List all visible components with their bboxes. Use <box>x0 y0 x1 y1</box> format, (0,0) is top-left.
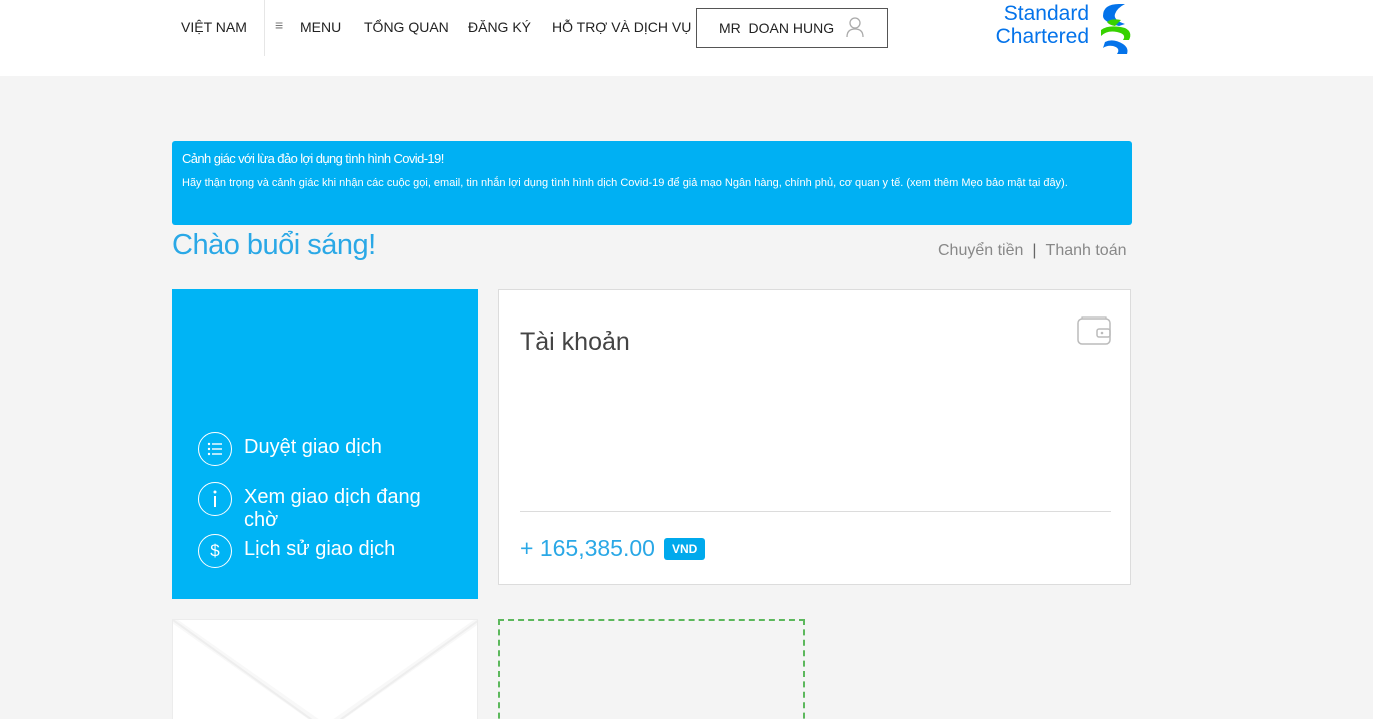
logo-mark-icon <box>1101 4 1131 54</box>
user-icon <box>846 17 864 38</box>
top-navigation-bar: VIỆT NAM ≡ MENU TỔNG QUAN ĐĂNG KÝ HỖ TRỢ… <box>0 0 1373 76</box>
pending-transactions-label: Xem giao dịch đang chờ <box>244 486 421 531</box>
wallet-icon <box>1077 316 1111 345</box>
envelope-icon <box>173 620 477 719</box>
approve-transactions-label: Duyệt giao dịch <box>244 436 382 458</box>
user-name: MR DOAN HUNG <box>719 20 835 36</box>
list-icon <box>198 432 232 466</box>
messages-card[interactable] <box>172 619 478 719</box>
payment-link[interactable]: Thanh toán <box>1046 242 1127 259</box>
account-card-title: Tài khoản <box>520 328 630 356</box>
pending-transactions-link[interactable]: Xem giao dịch đang chờ <box>198 482 454 532</box>
nav-support-services[interactable]: HỖ TRỢ VÀ DỊCH VỤ <box>552 19 691 35</box>
transaction-shortcuts-panel: Duyệt giao dịch Xem giao dịch đang chờ $… <box>172 289 478 599</box>
info-icon <box>198 482 232 516</box>
covid-fraud-alert-banner: Cảnh giác với lừa đảo lợi dụng tình hình… <box>172 141 1132 225</box>
alert-body[interactable]: Hãy thận trọng và cảnh giác khi nhận các… <box>182 175 1122 191</box>
nav-divider <box>264 0 265 56</box>
approve-transactions-link[interactable]: Duyệt giao dịch <box>198 432 454 466</box>
transaction-history-link[interactable]: $ Lịch sử giao dịch <box>198 534 454 568</box>
nav-overview[interactable]: TỔNG QUAN <box>364 19 449 35</box>
logo-wordmark: Standard Chartered <box>995 2 1089 48</box>
country-selector[interactable]: VIỆT NAM <box>181 19 247 35</box>
alert-title: Cảnh giác với lừa đảo lợi dụng tình hình… <box>182 151 444 166</box>
dollar-icon: $ <box>198 534 232 568</box>
transaction-history-label: Lịch sử giao dịch <box>244 538 396 560</box>
standard-chartered-logo[interactable]: Standard Chartered <box>985 2 1135 58</box>
hamburger-menu-icon[interactable]: ≡ <box>275 17 283 33</box>
nav-register[interactable]: ĐĂNG KÝ <box>468 19 531 35</box>
account-summary-card[interactable]: Tài khoản + 165,385.00 VND <box>498 289 1131 585</box>
account-divider <box>520 511 1111 512</box>
quick-links: Chuyển tiền | Thanh toán <box>938 242 1127 260</box>
greeting-heading: Chào buổi sáng! <box>172 229 376 261</box>
currency-badge: VND <box>664 538 706 560</box>
add-widget-placeholder[interactable] <box>498 619 805 719</box>
menu-button[interactable]: MENU <box>300 19 341 35</box>
user-account-button[interactable]: MR DOAN HUNG <box>696 8 888 48</box>
account-balance: + 165,385.00 <box>520 535 655 561</box>
transfer-link[interactable]: Chuyển tiền <box>938 242 1023 259</box>
quick-links-separator: | <box>1032 242 1037 259</box>
